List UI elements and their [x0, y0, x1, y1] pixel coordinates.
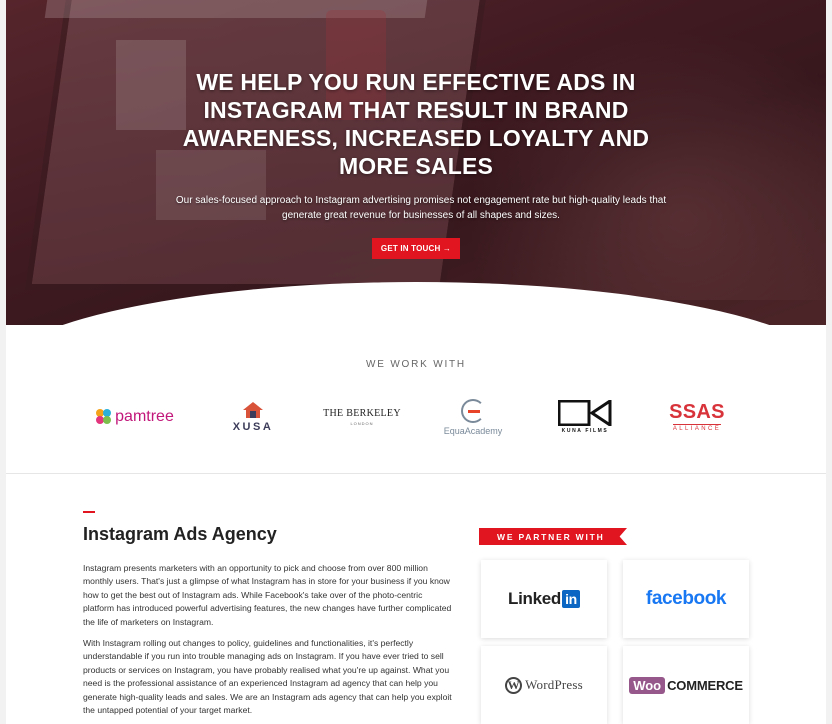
ssas-subtitle: ALLIANCE — [672, 424, 722, 432]
we-partner-with-banner: WE PARTNER WITH — [479, 528, 627, 545]
linkedin-partner-card: Linked in — [481, 560, 607, 638]
accent-dash — [83, 511, 95, 513]
agency-title: Instagram Ads Agency — [83, 524, 277, 544]
woocommerce-partner-card: Woo COMMERCE — [623, 646, 749, 724]
facebook-partner-card: facebook — [623, 560, 749, 638]
linkedin-wordmark: Linked — [508, 589, 561, 608]
ssas-wordmark: SSAS — [669, 401, 725, 423]
section-divider — [6, 473, 826, 474]
xusa-wordmark: XUSA — [232, 421, 274, 433]
the-berkeley-logo: THE BERKELEY LONDON — [322, 395, 402, 439]
ssas-alliance-logo: SSAS ALLIANCE — [664, 395, 730, 439]
linkedin-logo: Linked in — [508, 589, 580, 609]
equa-icon — [461, 398, 485, 423]
equa-academy-logo: EquaAcademy — [434, 395, 512, 439]
pamtree-icon — [96, 409, 112, 425]
wordpress-partner-card: W WordPress — [481, 646, 607, 724]
wordpress-logo: W WordPress — [505, 676, 583, 694]
house-icon — [243, 402, 263, 418]
berkeley-location: LONDON — [350, 421, 374, 426]
agency-paragraph-2: With Instagram rolling out changes to po… — [83, 638, 452, 716]
woocommerce-wordmark: COMMERCE — [667, 677, 743, 693]
woo-badge: Woo — [629, 676, 666, 694]
equa-wordmark: EquaAcademy — [443, 425, 503, 436]
wordpress-wordmark: WordPress — [525, 677, 583, 692]
agency-paragraph-1: Instagram presents marketers with an opp… — [83, 563, 452, 627]
hero-section: WE HELP YOU RUN EFFECTIVE ADS IN INSTAGR… — [6, 0, 826, 325]
pamtree-wordmark: pamtree — [115, 408, 174, 425]
hero-subtitle: Our sales-focused approach to Instagram … — [175, 195, 667, 221]
we-work-with-heading: WE WORK WITH — [366, 359, 466, 370]
xusa-logo: XUSA — [218, 395, 288, 439]
kuna-camera-icon — [558, 400, 612, 426]
woocommerce-logo: Woo COMMERCE — [629, 676, 743, 694]
pamtree-logo: pamtree — [94, 395, 176, 439]
page: WE HELP YOU RUN EFFECTIVE ADS IN INSTAGR… — [6, 0, 826, 724]
wordpress-icon: W — [505, 676, 523, 694]
berkeley-wordmark: THE BERKELEY — [323, 408, 401, 419]
get-in-touch-button[interactable]: GET IN TOUCH → — [372, 238, 460, 259]
linkedin-icon: in — [562, 590, 580, 608]
hero-title: WE HELP YOU RUN EFFECTIVE ADS IN INSTAGR… — [182, 69, 650, 179]
kuna-films-logo: KUNA FILMS — [554, 395, 616, 439]
facebook-logo: facebook — [645, 588, 727, 609]
kuna-wordmark: KUNA FILMS — [561, 428, 609, 434]
